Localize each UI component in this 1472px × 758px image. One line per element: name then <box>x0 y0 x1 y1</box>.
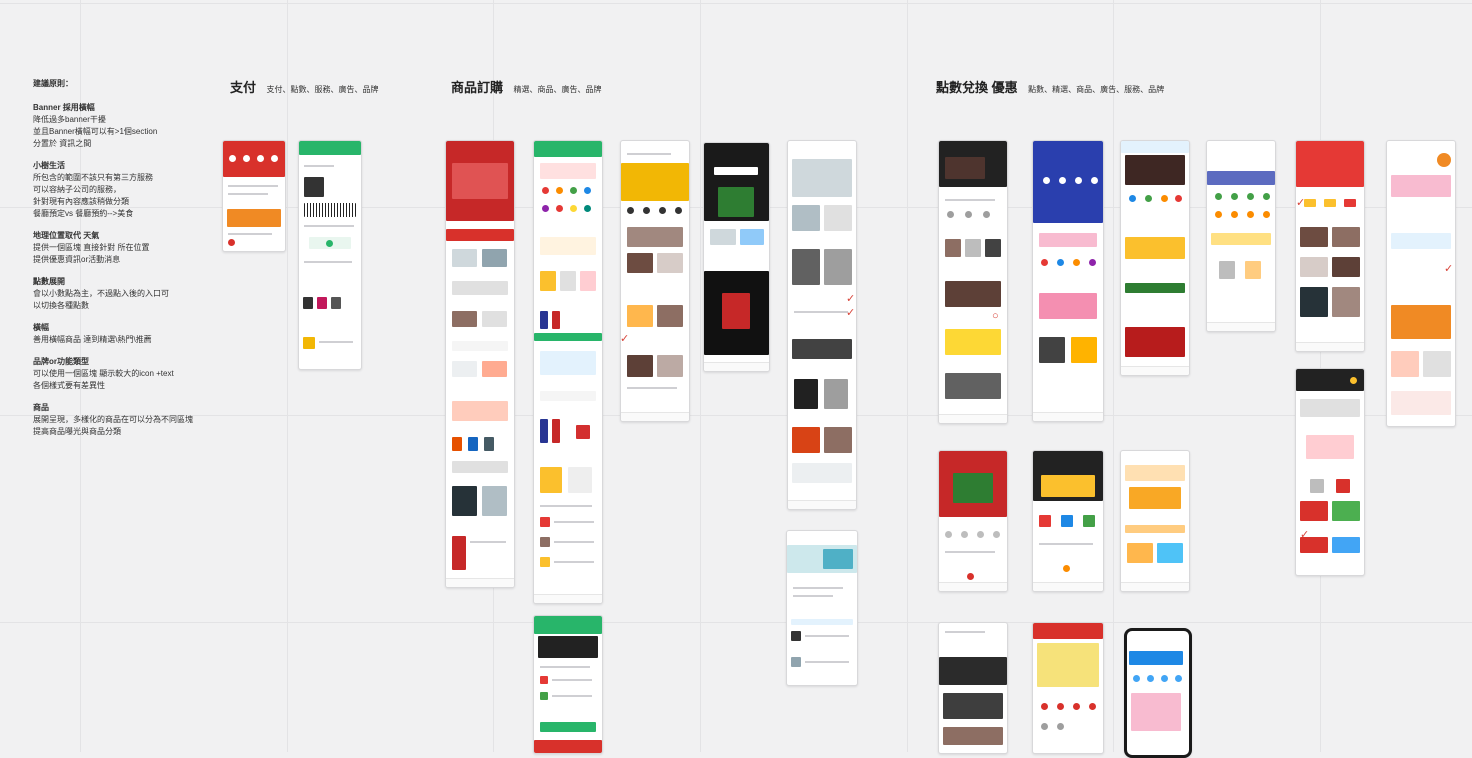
notes-title: 建議原則： <box>33 79 73 88</box>
note-section-points: 點數展開 會以小數點為主，不過點入後的入口可 以切換各種點數 <box>33 276 223 312</box>
bottom-nav <box>534 594 602 603</box>
category-header-ordering: 商品訂購 精選、商品、廣告、品牌 <box>451 77 601 97</box>
category-subtitle: 點數、精選、商品、廣告、服務、品牌 <box>1028 85 1165 94</box>
grid-line <box>907 0 908 752</box>
note-line: 提高商品曝光與商品分類 <box>33 427 121 436</box>
note-line: 提供優惠資訊or活動消息 <box>33 255 121 264</box>
grid-line <box>0 622 1472 623</box>
note-line: 提供一個區塊 直接針對 所在位置 <box>33 243 150 252</box>
check-mark-icon: ✓ <box>846 293 856 305</box>
grid-line <box>700 0 701 752</box>
screenshot-payment-green[interactable] <box>298 140 362 370</box>
note-heading: 小樹生活 <box>33 161 65 170</box>
grid-line <box>1113 0 1114 752</box>
screenshot-points-8[interactable] <box>1032 450 1104 592</box>
screenshot-ordering-3[interactable] <box>620 140 690 422</box>
note-line: 可以容納子公司的服務， <box>33 185 121 194</box>
screenshot-points-3[interactable] <box>1120 140 1190 376</box>
note-line: 並且Banner橫幅可以有>1個section <box>33 127 158 136</box>
screenshot-ordering-2[interactable] <box>533 140 603 604</box>
circle-annotation-icon: ○ <box>992 310 999 322</box>
note-heading: 品牌or功能類型 <box>33 357 89 366</box>
note-heading: 點數展開 <box>33 277 65 286</box>
screenshot-points-2[interactable] <box>1032 140 1104 422</box>
screenshot-points-1[interactable] <box>938 140 1008 424</box>
note-section-products: 商品 展開呈現，多樣化的商品在可以分為不同區塊 提高商品曝光與商品分類 <box>33 402 223 438</box>
screenshot-ordering-1[interactable] <box>445 140 515 588</box>
screenshot-ordering-6[interactable] <box>786 530 858 686</box>
bottom-nav <box>1121 366 1189 375</box>
category-title: 支付 <box>230 80 257 95</box>
note-heading: Banner 採用橫幅 <box>33 103 95 112</box>
screenshot-points-7[interactable] <box>938 450 1008 592</box>
screenshot-ordering-2b[interactable] <box>533 615 603 754</box>
note-line: 各個樣式要有差異性 <box>33 381 105 390</box>
check-mark-icon: ✓ <box>620 333 630 345</box>
check-mark-icon: ✓ <box>1444 263 1454 275</box>
screenshot-points-6[interactable] <box>1386 140 1456 427</box>
bottom-nav <box>1207 322 1275 331</box>
note-section-banner: Banner 採用橫幅 降低過多banner干擾 並且Banner橫幅可以有>1… <box>33 102 223 150</box>
screenshot-points-12[interactable] <box>1032 622 1104 754</box>
screenshot-points-13[interactable] <box>1124 628 1192 758</box>
note-heading: 商品 <box>33 403 49 412</box>
note-section-brand: 品牌or功能類型 可以使用一個區塊 顯示較大的icon +text 各個樣式要有… <box>33 356 223 392</box>
screenshot-points-5[interactable] <box>1295 140 1365 352</box>
note-line: 以切換各種點數 <box>33 301 89 310</box>
screenshot-payment-red[interactable] <box>222 140 286 252</box>
category-subtitle: 精選、商品、廣告、品牌 <box>513 85 602 94</box>
screenshot-points-11[interactable] <box>938 622 1008 754</box>
note-line: 展開呈現，多樣化的商品在可以分為不同區塊 <box>33 415 193 424</box>
note-line: 降低過多banner干擾 <box>33 115 106 124</box>
bottom-nav <box>939 582 1007 591</box>
grid-line <box>0 3 1472 4</box>
design-notes: 建議原則： Banner 採用橫幅 降低過多banner干擾 並且Banner橫… <box>33 78 223 448</box>
bottom-nav <box>788 500 856 509</box>
bottom-nav <box>446 578 514 587</box>
note-heading: 橫幅 <box>33 323 49 332</box>
bottom-nav <box>1033 582 1103 591</box>
category-title: 點數兌換 優惠 <box>936 80 1018 95</box>
note-section-location: 地理位置取代 天氣 提供一個區塊 直接針對 所在位置 提供優惠資訊or活動消息 <box>33 230 223 266</box>
note-line: 針對現有內容應該稍做分類 <box>33 197 129 206</box>
note-heading: 地理位置取代 天氣 <box>33 231 100 240</box>
check-mark-icon: ✓ <box>1296 197 1306 209</box>
category-header-payment: 支付 支付、點數、服務、廣告、品牌 <box>230 77 378 97</box>
note-section-life: 小樹生活 所包含的範圍不該只有第三方服務 可以容納子公司的服務， 針對現有內容應… <box>33 160 223 220</box>
note-line: 善用橫幅商品 達到精選\熱門\推薦 <box>33 335 152 344</box>
bottom-nav <box>621 412 689 421</box>
category-header-points: 點數兌換 優惠 點數、精選、商品、廣告、服務、品牌 <box>936 77 1164 97</box>
note-line: 所包含的範圍不該只有第三方服務 <box>33 173 153 182</box>
screenshot-points-4[interactable] <box>1206 140 1276 332</box>
bottom-nav <box>1033 412 1103 421</box>
screenshot-ordering-5[interactable] <box>787 140 857 510</box>
check-mark-icon: ✓ <box>846 307 856 319</box>
grid-line <box>287 0 288 752</box>
category-subtitle: 支付、點數、服務、廣告、品牌 <box>266 85 379 94</box>
screenshot-points-10[interactable] <box>1295 368 1365 576</box>
category-title: 商品訂購 <box>451 80 504 95</box>
screenshot-ordering-4[interactable] <box>703 142 770 372</box>
note-line: 會以小數點為主，不過點入後的入口可 <box>33 289 169 298</box>
screenshot-points-9[interactable] <box>1120 450 1190 592</box>
note-line: 可以使用一個區塊 顯示較大的icon +text <box>33 369 174 378</box>
bottom-nav <box>704 362 769 371</box>
bottom-nav <box>1296 342 1364 351</box>
note-section-carousel: 橫幅 善用橫幅商品 達到精選\熱門\推薦 <box>33 322 223 346</box>
bottom-nav <box>939 414 1007 423</box>
check-mark-icon: ✓ <box>1300 529 1310 541</box>
note-line: 餐廳預定vs 餐廳預約-->美食 <box>33 209 134 218</box>
bottom-nav <box>1121 582 1189 591</box>
note-line: 分置於 資訊之間 <box>33 139 92 148</box>
